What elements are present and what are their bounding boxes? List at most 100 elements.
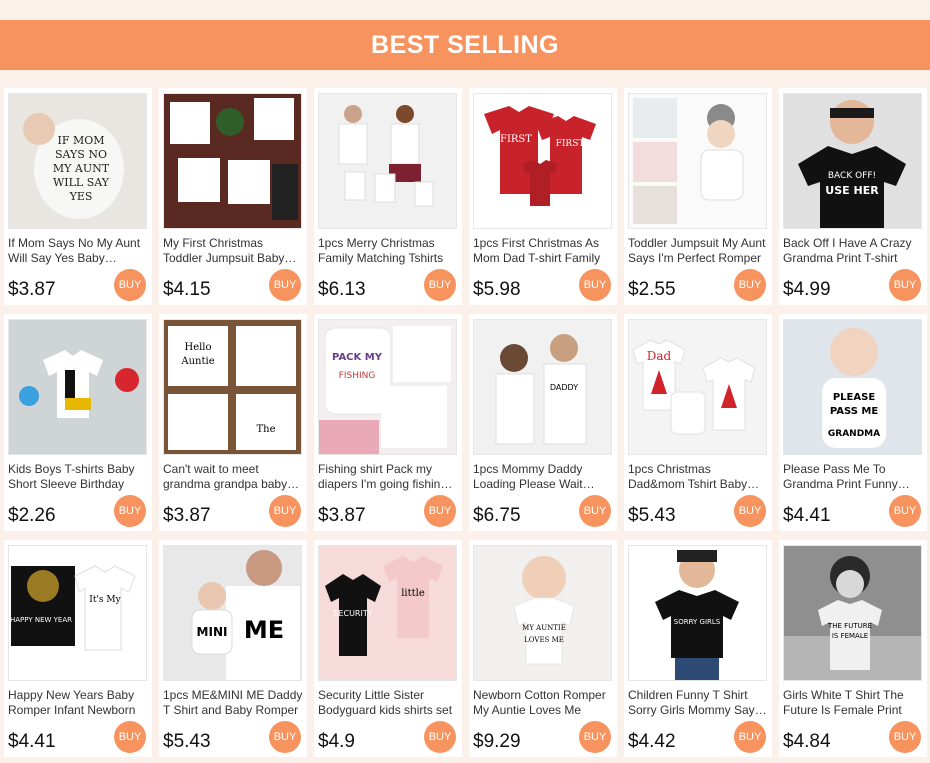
svg-text:MY AUNT: MY AUNT	[53, 162, 110, 175]
buy-button[interactable]: BUY	[114, 269, 146, 301]
svg-text:PASS ME: PASS ME	[830, 406, 879, 417]
product-card[interactable]: MINI ME 1pcs ME&MINI ME Daddy T Shirt and …	[159, 540, 307, 757]
svg-text:IS FEMALE: IS FEMALE	[832, 632, 868, 640]
buy-button[interactable]: BUY	[579, 721, 611, 753]
product-price: $3.87	[8, 279, 56, 300]
buy-button[interactable]: BUY	[734, 269, 766, 301]
product-card[interactable]: Dad 1pcs Christmas Dad&mom Tshirt Baby Ro…	[624, 314, 772, 531]
product-image[interactable]: HAPPY NEW YEAR It's My	[8, 545, 147, 681]
buy-button[interactable]: BUY	[269, 721, 301, 753]
product-image[interactable]: DADDY	[473, 319, 612, 455]
product-title[interactable]: Please Pass Me To Grandma Print Funny Ro…	[783, 462, 923, 492]
svg-text:little: little	[401, 588, 425, 599]
svg-text:DADDY: DADDY	[550, 383, 578, 392]
buy-button[interactable]: BUY	[889, 721, 921, 753]
product-price: $5.98	[473, 279, 521, 300]
product-title[interactable]: Girls White T Shirt The Future Is Female…	[783, 688, 923, 718]
buy-button[interactable]: BUY	[889, 269, 921, 301]
product-card[interactable]: SORRY GIRLS Children Funny T Shirt Sorry …	[624, 540, 772, 757]
product-image[interactable]	[163, 93, 302, 229]
buy-button[interactable]: BUY	[424, 269, 456, 301]
svg-text:It's My: It's My	[89, 595, 121, 605]
product-image[interactable]: FIRST FIRST	[473, 93, 612, 229]
product-title[interactable]: 1pcs ME&MINI ME Daddy T Shirt and Baby R…	[163, 688, 303, 718]
product-image[interactable]	[318, 93, 457, 229]
product-title[interactable]: 1pcs First Christmas As Mom Dad T-shirt …	[473, 236, 613, 266]
product-card[interactable]: My First Christmas Toddler Jumpsuit Baby…	[159, 88, 307, 305]
buy-button[interactable]: BUY	[579, 495, 611, 527]
product-price: $3.87	[318, 505, 366, 526]
buy-button[interactable]: BUY	[579, 269, 611, 301]
product-image[interactable]	[8, 319, 147, 455]
svg-text:ME: ME	[244, 616, 284, 644]
product-title[interactable]: Newborn Cotton Romper My Auntie Loves Me	[473, 688, 613, 718]
svg-text:USE HER: USE HER	[825, 184, 879, 197]
buy-button[interactable]: BUY	[734, 495, 766, 527]
product-title[interactable]: Toddler Jumpsuit My Aunt Says I'm Perfec…	[628, 236, 768, 266]
product-card[interactable]: FIRST FIRST 1pcs First Christmas As Mom Da…	[469, 88, 617, 305]
product-title[interactable]: 1pcs Mommy Daddy Loading Please Wait Shi…	[473, 462, 613, 492]
buy-button[interactable]: BUY	[114, 721, 146, 753]
product-card[interactable]: IF MOM SAYS NO MY AUNT WILL SAY YES If Mom Sa…	[4, 88, 152, 305]
product-price: $4.99	[783, 279, 831, 300]
product-title[interactable]: If Mom Says No My Aunt Will Say Yes Baby…	[8, 236, 148, 266]
product-card[interactable]: Hello Auntie The Can't wait to meet grandma…	[159, 314, 307, 531]
buy-button[interactable]: BUY	[889, 495, 921, 527]
product-card[interactable]: MY AUNTIE LOVES ME Newborn Cotton Romper M…	[469, 540, 617, 757]
product-price: $2.55	[628, 279, 676, 300]
buy-button[interactable]: BUY	[269, 269, 301, 301]
product-card[interactable]: 1pcs Merry Christmas Family Matching Tsh…	[314, 88, 462, 305]
product-card[interactable]: Toddler Jumpsuit My Aunt Says I'm Perfec…	[624, 88, 772, 305]
product-card[interactable]: BACK OFF! USE HER Back Off I Have A Crazy …	[779, 88, 927, 305]
svg-text:LOVES ME: LOVES ME	[524, 636, 564, 644]
svg-text:MINI: MINI	[197, 625, 228, 639]
section-title: BEST SELLING	[371, 30, 559, 59]
product-title[interactable]: Fishing shirt Pack my diapers I'm going …	[318, 462, 458, 492]
buy-button[interactable]: BUY	[424, 721, 456, 753]
product-image[interactable]	[628, 93, 767, 229]
svg-text:FIRST: FIRST	[500, 134, 532, 145]
product-title[interactable]: Security Little Sister Bodyguard kids sh…	[318, 688, 458, 718]
product-price: $4.41	[783, 505, 831, 526]
product-image[interactable]: PLEASE PASS ME GRANDMA	[783, 319, 922, 455]
buy-button[interactable]: BUY	[114, 495, 146, 527]
product-image[interactable]: BACK OFF! USE HER	[783, 93, 922, 229]
product-card[interactable]: Kids Boys T-shirts Baby Short Sleeve Bir…	[4, 314, 152, 531]
product-image[interactable]: PACK MY FISHING	[318, 319, 457, 455]
product-price: $6.75	[473, 505, 521, 526]
product-card[interactable]: HAPPY NEW YEAR It's My Happy New Years Bab…	[4, 540, 152, 757]
product-image[interactable]: Hello Auntie The	[163, 319, 302, 455]
product-title[interactable]: Back Off I Have A Crazy Grandma Print T-…	[783, 236, 923, 266]
product-image[interactable]: SECURITY little	[318, 545, 457, 681]
svg-text:MY AUNTIE: MY AUNTIE	[522, 624, 566, 632]
product-grid: IF MOM SAYS NO MY AUNT WILL SAY YES If Mom Sa…	[4, 88, 927, 757]
buy-button[interactable]: BUY	[734, 721, 766, 753]
product-title[interactable]: Children Funny T Shirt Sorry Girls Mommy…	[628, 688, 768, 718]
product-card[interactable]: PACK MY FISHING Fishing shirt Pack my diap…	[314, 314, 462, 531]
product-card[interactable]: THE FUTURE IS FEMALE Girls White T Shirt T…	[779, 540, 927, 757]
product-price: $3.87	[163, 505, 211, 526]
product-title[interactable]: 1pcs Christmas Dad&mom Tshirt Baby Rompe…	[628, 462, 768, 492]
svg-text:SECURITY: SECURITY	[333, 609, 372, 618]
product-title[interactable]: Kids Boys T-shirts Baby Short Sleeve Bir…	[8, 462, 148, 492]
product-image[interactable]: Dad	[628, 319, 767, 455]
product-title[interactable]: My First Christmas Toddler Jumpsuit Baby…	[163, 236, 303, 266]
product-title[interactable]: 1pcs Merry Christmas Family Matching Tsh…	[318, 236, 458, 266]
product-image[interactable]: SORRY GIRLS	[628, 545, 767, 681]
svg-text:FIRST: FIRST	[556, 139, 585, 149]
product-title[interactable]: Can't wait to meet grandma grandpa baby …	[163, 462, 303, 492]
product-image[interactable]: IF MOM SAYS NO MY AUNT WILL SAY YES	[8, 93, 147, 229]
product-price: $4.9	[318, 731, 355, 752]
product-image[interactable]: THE FUTURE IS FEMALE	[783, 545, 922, 681]
buy-button[interactable]: BUY	[424, 495, 456, 527]
svg-text:IF MOM: IF MOM	[57, 134, 104, 147]
product-image[interactable]: MY AUNTIE LOVES ME	[473, 545, 612, 681]
product-card[interactable]: DADDY 1pcs Mommy Daddy Loading Please Wai…	[469, 314, 617, 531]
buy-button[interactable]: BUY	[269, 495, 301, 527]
product-card[interactable]: SECURITY little Security Little Sister Bod…	[314, 540, 462, 757]
top-strip	[0, 0, 930, 20]
product-image[interactable]: MINI ME	[163, 545, 302, 681]
svg-text:YES: YES	[69, 190, 93, 203]
product-title[interactable]: Happy New Years Baby Romper Infant Newbo…	[8, 688, 148, 718]
product-card[interactable]: PLEASE PASS ME GRANDMA Please Pass Me To Gr…	[779, 314, 927, 531]
